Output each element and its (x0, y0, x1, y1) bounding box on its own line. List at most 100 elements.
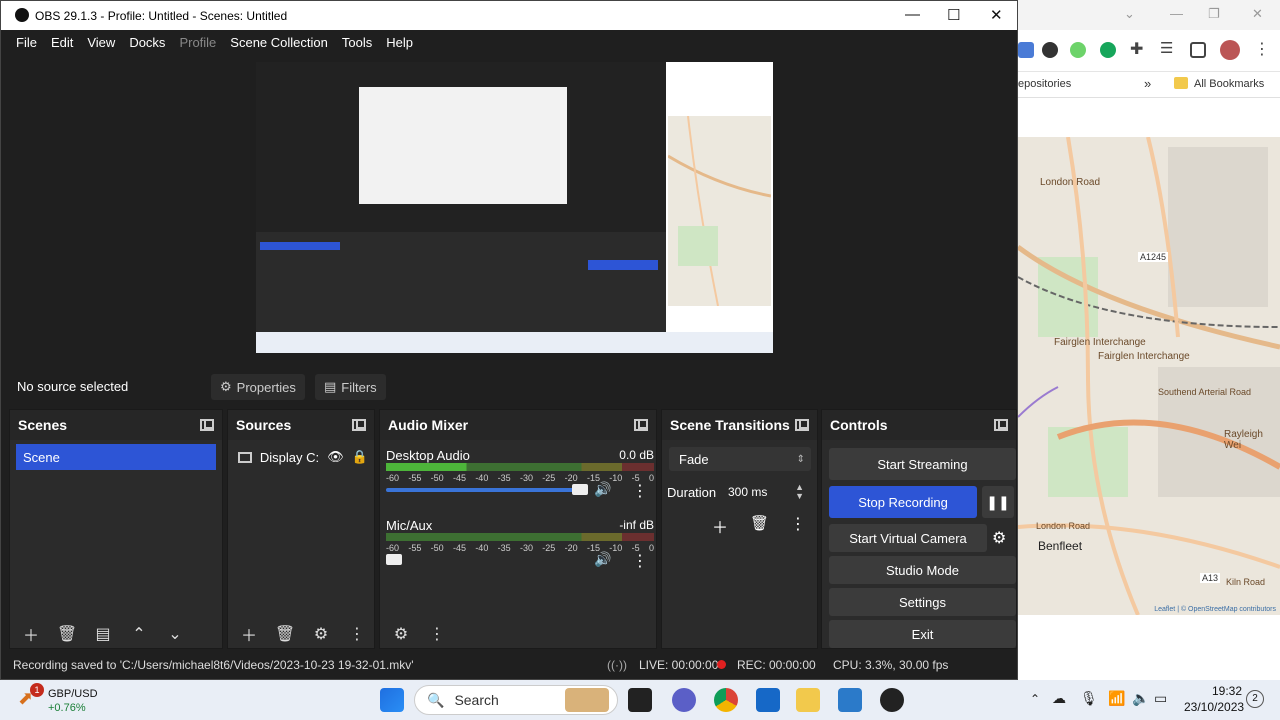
studio-mode-button[interactable]: Studio Mode (829, 556, 1016, 584)
menu-edit[interactable]: Edit (44, 35, 80, 50)
scale-tick: -25 (542, 543, 556, 553)
volume-slider[interactable] (386, 488, 586, 492)
store-icon[interactable] (756, 688, 780, 712)
float-icon[interactable] (795, 419, 809, 431)
trash-icon[interactable]: 🗑 (274, 624, 296, 644)
kebab-menu-icon[interactable]: ⋮ (346, 624, 368, 644)
preview-area[interactable] (1, 54, 1017, 366)
wifi-icon[interactable]: 📶 (1108, 690, 1125, 707)
chrome-icon[interactable] (714, 688, 738, 712)
chevron-down-icon[interactable]: ⌄ (164, 624, 186, 644)
lock-icon[interactable]: 🔒 (352, 449, 368, 465)
minimize-icon[interactable]: — (905, 6, 920, 23)
stock-widget[interactable]: ⬈ 1 GBP/USD +0.76% (16, 683, 136, 716)
menu-file[interactable]: File (9, 35, 44, 50)
filter-icon[interactable]: ▤ (92, 624, 114, 644)
grammarly-icon[interactable] (1100, 42, 1116, 58)
scale-tick: -35 (497, 473, 511, 483)
gear-icon[interactable]: ⚙ (310, 624, 332, 644)
extension-icon[interactable] (1018, 42, 1034, 58)
speaker-icon[interactable]: 🔈 (1132, 690, 1149, 707)
task-view-icon[interactable] (628, 688, 652, 712)
float-icon[interactable] (352, 419, 366, 431)
menu-help[interactable]: Help (379, 35, 420, 50)
bookmark-repositories[interactable]: epositories (1018, 78, 1071, 90)
close-icon[interactable]: ✕ (1252, 6, 1263, 22)
all-bookmarks[interactable]: All Bookmarks (1194, 78, 1264, 90)
notifications-badge[interactable]: 2 (1246, 690, 1264, 708)
menu-view[interactable]: View (80, 35, 122, 50)
map-label: Southend Arterial Road (1158, 387, 1252, 397)
window-title: OBS 29.1.3 - Profile: Untitled - Scenes:… (35, 9, 288, 23)
stop-recording-button[interactable]: Stop Recording (829, 486, 977, 518)
start-streaming-button[interactable]: Start Streaming (829, 448, 1016, 480)
add-icon[interactable]: ＋ (20, 622, 42, 646)
windows-start-icon[interactable] (380, 688, 404, 712)
settings-button[interactable]: Settings (829, 588, 1016, 616)
maximize-icon[interactable]: ☐ (947, 6, 960, 24)
exit-button[interactable]: Exit (829, 620, 1016, 648)
shield-icon[interactable] (1042, 42, 1058, 58)
float-icon[interactable] (634, 419, 648, 431)
source-item[interactable]: Display C: 👁 🔒 (234, 444, 368, 470)
speaker-icon[interactable]: 🔊 (594, 551, 611, 568)
menu-docks[interactable]: Docks (122, 35, 172, 50)
microphone-icon[interactable]: 🎙 (1080, 690, 1098, 707)
kebab-menu-icon[interactable]: ⋮ (426, 624, 448, 644)
menu-scene-collection[interactable]: Scene Collection (223, 35, 335, 50)
menu-tools[interactable]: Tools (335, 35, 379, 50)
chevron-up-icon[interactable]: ⌃ (128, 624, 150, 644)
kebab-menu-icon[interactable]: ⋮ (632, 481, 648, 501)
puzzle-icon[interactable]: ✚ (1130, 39, 1146, 58)
vscode-icon[interactable] (838, 688, 862, 712)
volume-slider-handle[interactable] (386, 554, 402, 565)
battery-icon[interactable]: ▭ (1154, 690, 1167, 707)
map[interactable]: London Road A1245 Fairglen Interchange F… (1018, 137, 1280, 615)
advanced-audio-icon[interactable]: ⚙ (390, 624, 412, 644)
filters-button[interactable]: ▤ Filters (315, 374, 386, 400)
volume-slider-handle[interactable] (572, 484, 588, 495)
teams-icon[interactable] (672, 688, 696, 712)
add-icon[interactable]: ＋ (238, 622, 260, 646)
chevron-up-icon[interactable]: ⌃ (1030, 692, 1040, 706)
kebab-menu-icon[interactable]: ⋮ (790, 514, 806, 534)
trash-icon[interactable]: 🗑 (56, 624, 78, 644)
list-icon[interactable]: ☰ (1160, 39, 1176, 57)
close-icon[interactable]: ✕ (990, 6, 1003, 24)
chevron-right-icon[interactable]: » (1144, 76, 1151, 91)
transition-select[interactable]: Fade ⇕ (669, 447, 811, 471)
preview-canvas[interactable] (256, 62, 773, 353)
minimize-icon[interactable]: — (1170, 6, 1183, 21)
cloud-icon[interactable]: ☁ (1052, 690, 1066, 707)
kebab-menu-icon[interactable]: ⋮ (632, 551, 648, 571)
clock-date[interactable]: 23/10/2023 (1184, 700, 1244, 714)
maximize-icon[interactable]: ❐ (1208, 6, 1220, 22)
duration-spinbox[interactable]: 300 ms ▲ ▼ (724, 480, 810, 504)
kebab-menu-icon[interactable]: ⋮ (1254, 39, 1270, 58)
eye-icon[interactable]: 👁 (327, 449, 344, 465)
bookmarks-bar: epositories » All Bookmarks (1018, 72, 1280, 98)
speaker-icon[interactable]: 🔊 (594, 481, 611, 498)
scene-item[interactable]: Scene (16, 444, 216, 470)
map-label: A13 (1200, 573, 1221, 583)
chevron-down-icon[interactable]: ⌄ (1124, 6, 1135, 22)
sidebar-icon[interactable] (1190, 42, 1206, 58)
clock-time[interactable]: 19:32 (1212, 684, 1242, 698)
start-virtual-camera-button[interactable]: Start Virtual Camera (829, 524, 987, 552)
add-icon[interactable]: ＋ (712, 514, 728, 538)
menu-profile[interactable]: Profile (172, 35, 223, 50)
properties-button[interactable]: ⚙ Properties (211, 374, 305, 400)
obs-logo-icon (15, 8, 29, 22)
obs-taskbar-icon[interactable] (880, 688, 904, 712)
avatar[interactable] (1220, 40, 1240, 60)
map-attribution[interactable]: Leaflet | © OpenStreetMap contributors (1154, 606, 1276, 613)
float-icon[interactable] (994, 419, 1008, 431)
file-explorer-icon[interactable] (796, 688, 820, 712)
extension-icon[interactable] (1070, 42, 1086, 58)
gear-icon[interactable]: ⚙ (992, 528, 1006, 548)
trash-icon[interactable]: 🗑 (750, 514, 769, 532)
search-box[interactable]: 🔍 Search (414, 685, 618, 715)
float-icon[interactable] (200, 419, 214, 431)
pause-recording-button[interactable]: ❚❚ (982, 486, 1014, 518)
spinner-icon[interactable]: ▲ ▼ (795, 483, 804, 501)
